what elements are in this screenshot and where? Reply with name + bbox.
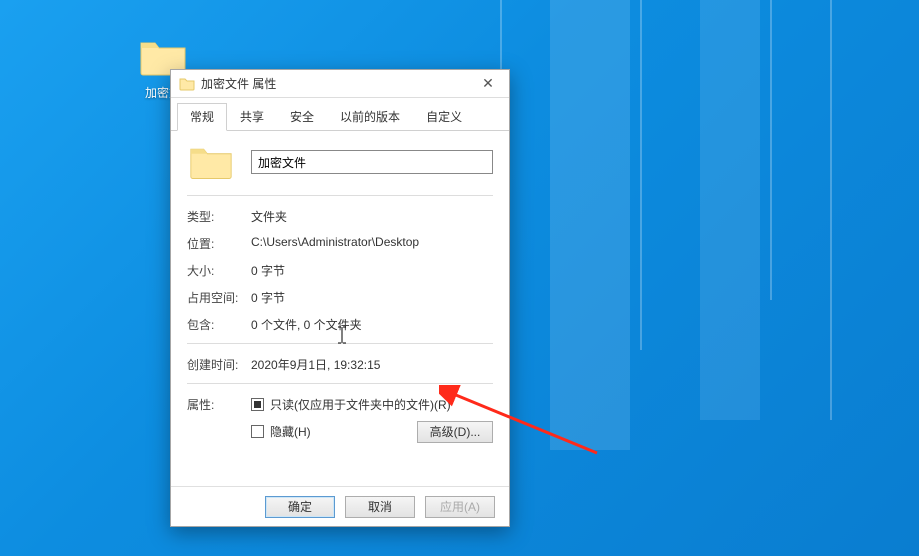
folder-icon <box>179 77 195 91</box>
folder-name-input[interactable] <box>251 150 493 174</box>
divider <box>187 383 493 384</box>
apply-button[interactable]: 应用(A) <box>425 496 495 518</box>
value-location: C:\Users\Administrator\Desktop <box>251 235 493 252</box>
value-size: 0 字节 <box>251 262 493 279</box>
titlebar[interactable]: 加密文件 属性 ✕ <box>171 70 509 98</box>
label-size-on-disk: 占用空间: <box>187 289 251 306</box>
tab-general[interactable]: 常规 <box>177 103 227 131</box>
value-size-on-disk: 0 字节 <box>251 289 493 306</box>
properties-dialog: 加密文件 属性 ✕ 常规 共享 安全 以前的版本 自定义 类型:文件夹 位置:C… <box>170 69 510 527</box>
readonly-label: 只读(仅应用于文件夹中的文件)(R) <box>270 396 451 413</box>
bg-ray <box>640 0 642 350</box>
value-created: 2020年9月1日, 19:32:15 <box>251 356 493 373</box>
folder-icon <box>189 143 233 181</box>
label-size: 大小: <box>187 262 251 279</box>
dialog-title: 加密文件 属性 <box>201 75 469 92</box>
close-icon: ✕ <box>482 75 494 92</box>
bg-ray <box>550 0 630 450</box>
hidden-checkbox[interactable] <box>251 425 264 438</box>
bg-ray <box>700 0 760 420</box>
cancel-button[interactable]: 取消 <box>345 496 415 518</box>
label-contains: 包含: <box>187 316 251 333</box>
bg-ray <box>830 0 832 420</box>
value-type: 文件夹 <box>251 208 493 225</box>
advanced-button[interactable]: 高级(D)... <box>417 421 493 443</box>
value-contains: 0 个文件, 0 个文件夹 <box>251 316 493 333</box>
hidden-label: 隐藏(H) <box>270 423 311 440</box>
tab-share[interactable]: 共享 <box>227 103 277 131</box>
divider <box>187 195 493 196</box>
tab-previous-versions[interactable]: 以前的版本 <box>327 103 413 131</box>
label-attributes: 属性: <box>187 396 251 450</box>
label-location: 位置: <box>187 235 251 252</box>
tab-content-general: 类型:文件夹 位置:C:\Users\Administrator\Desktop… <box>171 131 509 486</box>
bg-ray <box>770 0 772 300</box>
readonly-checkbox[interactable] <box>251 398 264 411</box>
tab-custom[interactable]: 自定义 <box>413 103 475 131</box>
label-created: 创建时间: <box>187 356 251 373</box>
tab-strip: 常规 共享 安全 以前的版本 自定义 <box>171 98 509 131</box>
ok-button[interactable]: 确定 <box>265 496 335 518</box>
divider <box>187 343 493 344</box>
label-type: 类型: <box>187 208 251 225</box>
close-button[interactable]: ✕ <box>469 73 507 95</box>
tab-security[interactable]: 安全 <box>277 103 327 131</box>
dialog-footer: 确定 取消 应用(A) <box>171 486 509 526</box>
